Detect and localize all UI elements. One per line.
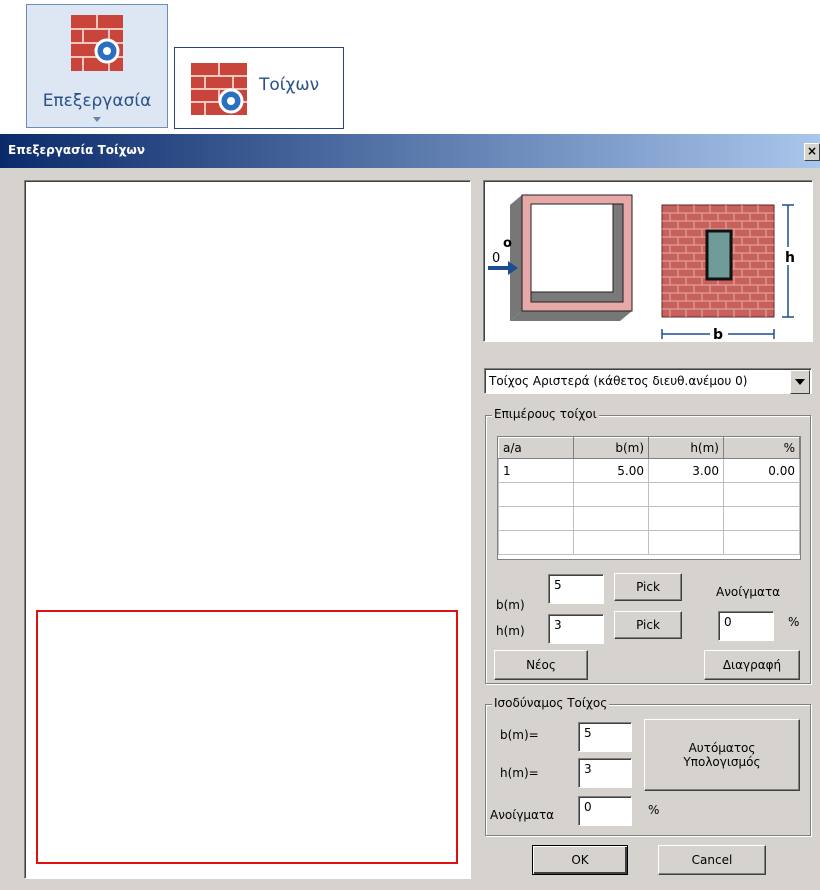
table-header-row: a/a b(m) h(m) % [498,437,800,459]
table-row [498,506,800,531]
openings-label: Ανοίγματα [716,585,781,599]
origin-label: o [503,236,512,251]
subwalls-title: Επιμέρους τοίχοι [492,407,599,421]
eq-openings-label: Ανοίγματα [490,808,555,822]
table-cell: 1 [498,458,574,483]
eq-b-label: b(m)= [500,728,539,742]
subwall-h-label: h(m) [496,624,525,638]
cancel-button[interactable]: Cancel [658,845,766,875]
eq-h-label: h(m)= [500,766,539,780]
auto-calc-line2: Υπολογισμός [683,755,761,769]
dropdown-arrow-icon [93,117,101,122]
subwalls-table[interactable]: a/a b(m) h(m) % 1 5.00 3.00 0.00 [497,436,801,560]
eq-h-input[interactable]: 3 [578,758,632,788]
table-row [498,530,800,555]
wall-diagram: 0 o h b [483,180,813,342]
pick-h-button[interactable]: Pick [614,611,682,639]
close-button[interactable]: × [804,143,820,161]
column-header[interactable]: a/a [498,437,574,459]
wall-select[interactable]: Τοίχος Αριστερά (κάθετος διευθ.ανέμου 0) [484,368,812,394]
new-subwall-button[interactable]: Νέος [494,650,588,680]
auto-calc-line1: Αυτόματος [688,741,756,755]
wind-direction-label: 0 [492,251,500,266]
openings-percent: % [788,615,800,629]
subwall-b-label: b(m) [496,598,525,612]
table-row [498,482,800,507]
table-cell: 3.00 [648,458,724,483]
delete-subwall-button[interactable]: Διαγραφή [704,650,800,680]
dialog-title: Επεξεργασία Τοίχων [8,143,146,157]
eq-openings-input[interactable]: 0 [578,796,632,826]
eq-b-input[interactable]: 5 [578,722,632,752]
edit-ribbon-label: Επεξεργασία [42,91,152,111]
column-header[interactable]: h(m) [648,437,724,459]
walls-ribbon-label: Τοίχων [259,75,320,95]
openings-input[interactable]: 0 [718,611,774,641]
dialog-titlebar[interactable]: Επεξεργασία Τοίχων × [0,134,820,168]
ok-button[interactable]: OK [532,845,628,875]
auto-calc-button[interactable]: Αυτόματος Υπολογισμός [644,719,800,791]
table-cell: 0.00 [723,458,800,483]
wall-gear-icon [191,63,247,115]
height-label: h [785,250,795,266]
table-row[interactable]: 1 5.00 3.00 0.00 [498,458,800,483]
walls-ribbon-button[interactable]: Τοίχων [174,47,344,129]
subwall-h-input[interactable]: 3 [548,614,604,644]
width-label: b [713,327,723,341]
wall-gear-icon [71,15,123,71]
wall-select-value: Τοίχος Αριστερά (κάθετος διευθ.ανέμου 0) [489,374,748,388]
edit-ribbon-button[interactable]: Επεξεργασία [26,4,168,128]
equivalent-wall-title: Ισοδύναμος Τοίχος [492,696,610,710]
column-header[interactable]: % [723,437,800,459]
chevron-down-icon[interactable] [790,370,810,394]
wall-outline [36,610,458,864]
subwall-b-input[interactable]: 5 [548,574,604,604]
eq-openings-percent: % [648,803,660,817]
table-cell: 5.00 [573,458,649,483]
column-header[interactable]: b(m) [573,437,649,459]
pick-b-button[interactable]: Pick [614,573,682,601]
